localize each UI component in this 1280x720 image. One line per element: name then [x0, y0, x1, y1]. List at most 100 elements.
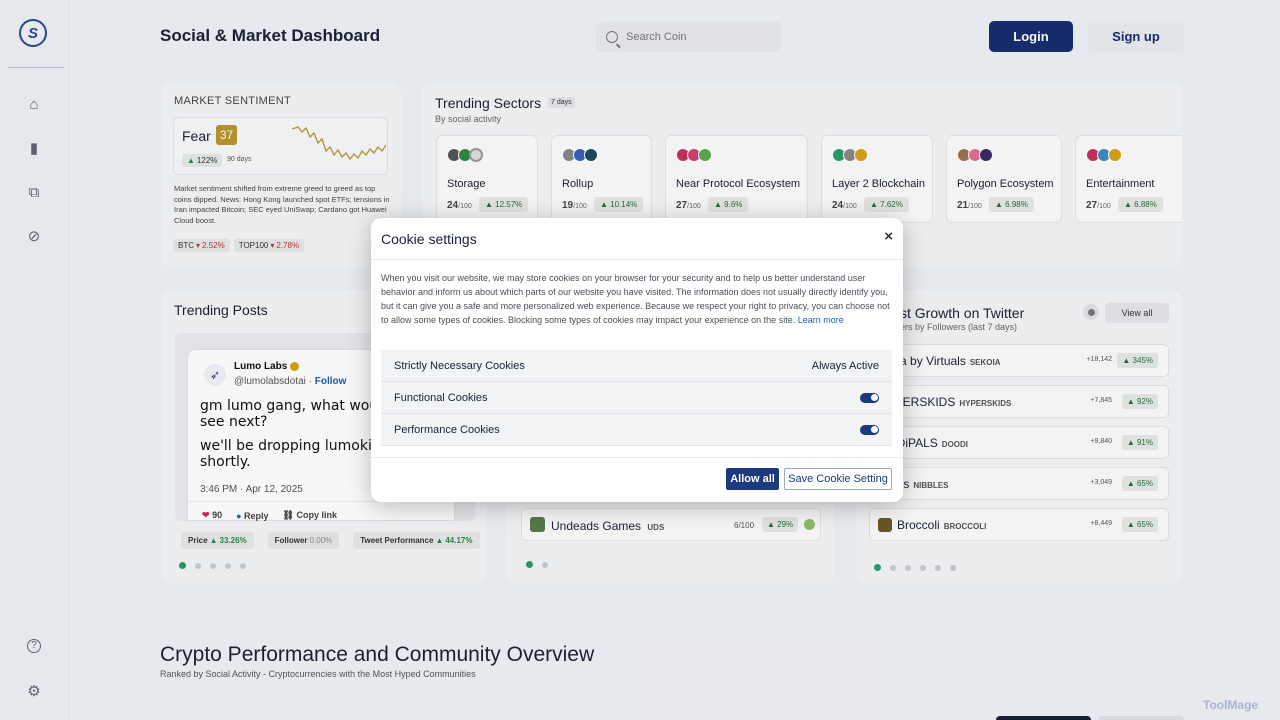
hierarchy-icon[interactable]: ⧉ [24, 183, 44, 203]
compass-icon[interactable]: ⊘ [24, 227, 44, 247]
twitter-row-change: ▲ 345% [1117, 353, 1158, 368]
reply-button[interactable]: ● Reply [236, 511, 268, 521]
search-bar[interactable] [596, 22, 782, 52]
twitter-row-name: Broccoli BROCCOLI [897, 518, 987, 532]
twitter-row-change: ▲ 92% [1121, 394, 1158, 409]
twitter-row[interactable]: Broccoli BROCCOLI +8,449 ▲ 65% [869, 508, 1169, 541]
author-name: Lumo Labs [234, 361, 300, 372]
coin-icon [584, 148, 598, 162]
page-dot[interactable] [935, 564, 941, 571]
help-icon[interactable]: ? [27, 639, 41, 653]
page-dot[interactable] [950, 564, 956, 571]
sentiment-state: Fear [182, 128, 211, 144]
sector-name: Layer 2 Blockchain [832, 178, 925, 190]
sector-score: 27/100 [1086, 200, 1111, 211]
sentiment-label: MARKET SENTIMENT [174, 95, 292, 107]
page-dot[interactable] [920, 564, 926, 571]
login-button[interactable]: Login [989, 21, 1073, 52]
search-input[interactable] [626, 31, 766, 43]
page-dot[interactable] [240, 562, 246, 569]
twitter-row-followers: +18,142 [1086, 356, 1113, 363]
copy-link-button[interactable]: ⛓ Copy link [283, 510, 337, 521]
follow-link[interactable]: Follow [315, 376, 347, 387]
sector-coin-icons [447, 148, 483, 162]
author-handle: @lumolabsdotai · Follow [234, 376, 347, 387]
page-dot[interactable] [526, 561, 533, 568]
allow-all-button[interactable]: Allow all [726, 468, 779, 490]
sector-card-near[interactable]: Near Protocol Ecosystem 27/100 ▲ 9.6% [665, 135, 808, 223]
view-all-button[interactable]: View all [1105, 303, 1169, 323]
reply-icon: ● [236, 510, 242, 521]
sector-card-layer2[interactable]: Layer 2 Blockchain 24/100 ▲ 7.62% [821, 135, 933, 223]
twitter-row-followers: +3,049 [1090, 479, 1112, 486]
coin-icon [698, 148, 712, 162]
twitter-row[interactable]: HYPERSKIDS HYPERSKIDS +7,845 ▲ 92% [869, 385, 1169, 418]
sentiment-summary: Market sentiment shifted from extreme gr… [174, 184, 390, 225]
page-dot[interactable] [225, 562, 231, 569]
cookie-description: When you visit our website, we may store… [381, 273, 890, 325]
save-cookie-setting-button[interactable]: Save Cookie Setting [784, 468, 892, 490]
coin-icon [469, 148, 483, 162]
sector-card-entertainment[interactable]: Entertainment 27/100 ▲ 6.88% [1075, 135, 1182, 223]
info-button[interactable] [1083, 304, 1099, 320]
author-avatar: ➶ [204, 364, 226, 386]
btc-label: BTC [178, 241, 194, 250]
like-button[interactable]: ❤ 90 [202, 510, 222, 521]
cookie-row-performance[interactable]: Performance Cookies [381, 414, 892, 446]
functional-cookies-toggle[interactable] [860, 392, 879, 403]
sector-card-storage[interactable]: Storage 24/100 ▲ 12.57% [436, 135, 538, 223]
verified-icon [290, 361, 300, 371]
page-dot[interactable] [179, 562, 186, 569]
middle-pagination[interactable] [526, 561, 548, 568]
cookie-row-functional[interactable]: Functional Cookies [381, 382, 892, 414]
close-icon[interactable]: × [884, 228, 893, 245]
sentiment-box: Fear 37 ▲ 122% 90 days [173, 117, 388, 175]
watermark: ToolMage [1203, 698, 1259, 712]
sector-score: 24/100 [832, 200, 857, 211]
sector-name: Storage [447, 178, 486, 190]
tweet-timestamp: 3:46 PM · Apr 12, 2025 [200, 484, 303, 495]
page-dot[interactable] [890, 564, 896, 571]
performance-cookies-toggle[interactable] [860, 424, 879, 435]
list-item[interactable]: Undeads Games UDS 6/100 ▲ 29% [521, 508, 821, 541]
twitter-row-followers: +9,840 [1090, 438, 1112, 445]
home-icon[interactable]: ⌂ [24, 95, 44, 115]
list-item-change: ▲ 29% [762, 517, 799, 532]
gear-icon[interactable]: ⚙ [24, 682, 44, 702]
twitter-row[interactable]: ibblesNIBBLES +3,049 ▲ 65% [869, 467, 1169, 500]
sentiment-score: 37 [216, 125, 237, 145]
sector-change: ▲ 12.57% [479, 197, 529, 212]
sector-score: 27/100 [676, 200, 701, 211]
page-dot[interactable] [542, 561, 548, 568]
cookie-row-label: Functional Cookies [394, 391, 488, 404]
btc-change: 2.52% [202, 241, 225, 250]
app-logo[interactable]: S [19, 19, 47, 47]
posts-pagination[interactable] [179, 562, 246, 569]
list-item-name: Undeads Games UDS [551, 519, 665, 533]
twitter-row[interactable]: ekoia by Virtuals SEKOIA +18,142 ▲ 345% [869, 344, 1169, 377]
sector-coin-icons [676, 148, 712, 162]
sector-card-polygon[interactable]: Polygon Ecosystem 21/100 ▲ 6.98% [946, 135, 1062, 223]
bookmark-icon[interactable]: ▮ [24, 139, 44, 159]
sentiment-period: 90 days [227, 156, 252, 163]
signup-button[interactable]: Sign up [1088, 21, 1184, 52]
filter-tab-active[interactable] [996, 716, 1091, 720]
page-dot[interactable] [874, 564, 881, 571]
page-dot[interactable] [905, 564, 911, 571]
sector-card-rollup[interactable]: Rollup 19/100 ▲ 10.14% [551, 135, 652, 223]
tweet-actions: ❤ 90 ● Reply ⛓ Copy link [202, 510, 337, 521]
filter-tab[interactable] [1098, 716, 1184, 720]
twitter-row[interactable]: OODiPALS DOODI +9,840 ▲ 91% [869, 426, 1169, 459]
link-icon: ⛓ [282, 510, 294, 520]
twitter-pagination[interactable] [874, 564, 956, 571]
coin-icon [854, 148, 868, 162]
page-dot[interactable] [195, 562, 201, 569]
sectors-period-badge[interactable]: 7 days [548, 97, 575, 108]
market-sentiment-card: MARKET SENTIMENT Fear 37 ▲ 122% 90 days M… [161, 83, 401, 267]
sectors-title: Trending Sectors [435, 95, 542, 111]
page-dot[interactable] [210, 562, 216, 569]
learn-more-link[interactable]: Learn more [798, 315, 844, 325]
cookie-row-strictly-necessary[interactable]: Strictly Necessary Cookies Always Active [381, 350, 892, 382]
sector-coin-icons [957, 148, 993, 162]
sector-coin-icons [1086, 148, 1122, 162]
